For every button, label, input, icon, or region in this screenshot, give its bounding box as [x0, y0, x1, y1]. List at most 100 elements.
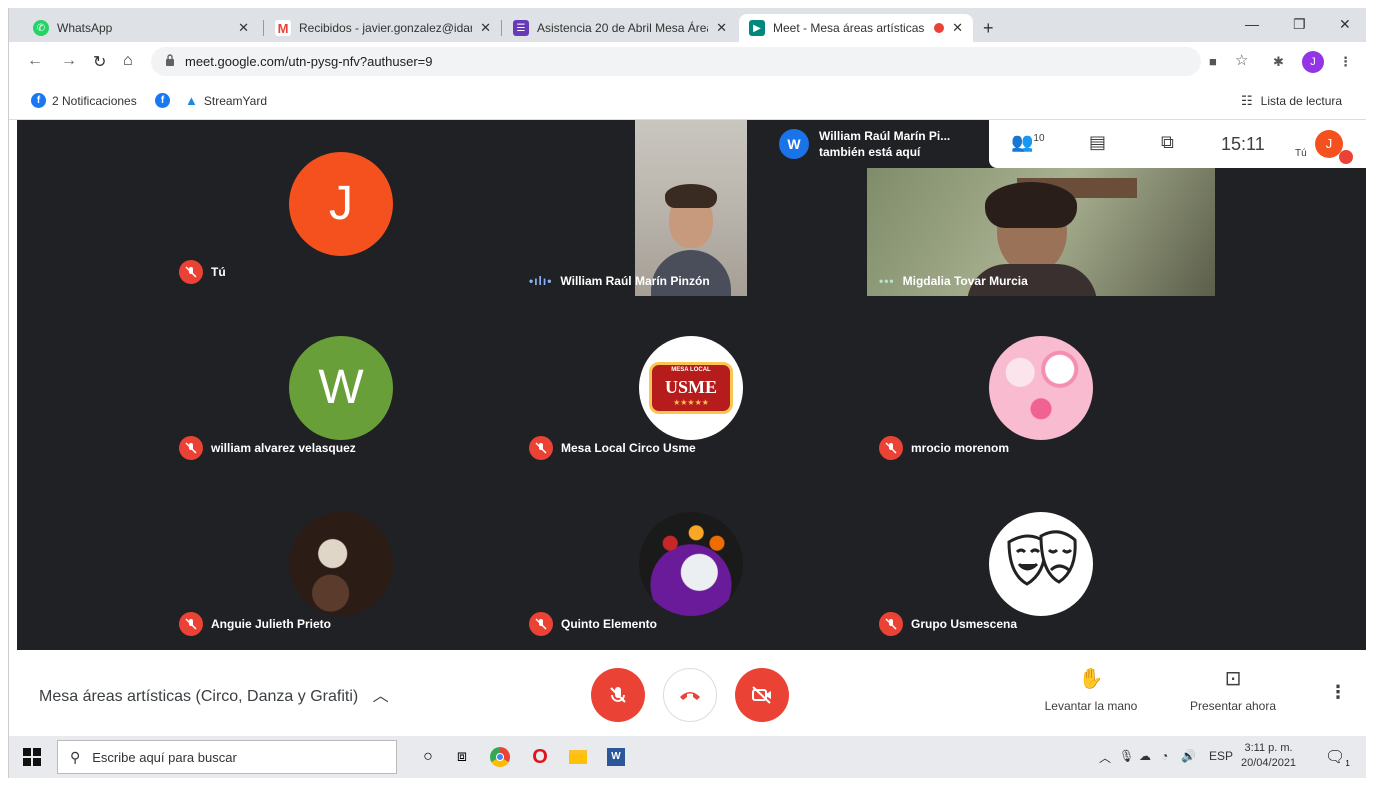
participant-tile[interactable]: MESA LOCAL USME ★★★★★ Mesa Local Circo U…: [517, 296, 865, 472]
cortana-icon[interactable]: ○: [415, 744, 441, 770]
participants-button[interactable]: 👥10: [1011, 132, 1045, 153]
raise-hand-button[interactable]: ✋ Levantar la mano: [1031, 666, 1151, 713]
more-options-icon[interactable]: ⋮: [1329, 682, 1347, 703]
reload-icon[interactable]: ↻: [93, 52, 106, 72]
present-now-button[interactable]: ⊡ Presentar ahora: [1173, 666, 1293, 713]
bookmark-streamyard[interactable]: ▲ StreamYard: [185, 93, 267, 108]
participant-name: Quinto Elemento: [561, 617, 657, 631]
opera-icon[interactable]: O: [527, 744, 553, 770]
participant-photo: [289, 512, 393, 616]
address-bar[interactable]: meet.google.com/utn-pysg-nfv?authuser=9: [151, 47, 1201, 76]
tab-whatsapp[interactable]: ✆ WhatsApp ✕: [23, 14, 259, 42]
bookmark-star-icon[interactable]: ☆: [1235, 51, 1248, 69]
search-icon: ⚲: [70, 748, 81, 765]
leave-call-button[interactable]: [663, 668, 717, 722]
forms-icon: ☰: [513, 20, 529, 36]
meeting-details-button[interactable]: Mesa áreas artísticas (Circo, Danza y Gr…: [39, 682, 389, 706]
mic-off-icon: [179, 260, 203, 284]
microphone-tray-icon[interactable]: 🎙: [1119, 749, 1134, 763]
self-mic-off-icon: [1339, 150, 1353, 164]
bookmark-facebook[interactable]: f: [155, 93, 176, 108]
url-text: meet.google.com/utn-pysg-nfv?authuser=9: [185, 54, 433, 69]
participant-tile[interactable]: Anguie Julieth Prieto: [167, 472, 515, 648]
participant-name: Migdalia Tovar Murcia: [902, 274, 1028, 288]
back-icon[interactable]: ←: [27, 52, 43, 70]
mic-off-icon: [529, 436, 553, 460]
bookmark-notificaciones[interactable]: f 2 Notificaciones: [31, 93, 137, 108]
close-tab-icon[interactable]: ✕: [238, 20, 249, 36]
camera-toggle-button[interactable]: [735, 668, 789, 722]
close-tab-icon[interactable]: ✕: [952, 20, 963, 36]
chrome-icon[interactable]: [487, 744, 513, 770]
people-icon: 👥: [1011, 132, 1034, 152]
chat-icon[interactable]: ▤: [1089, 132, 1106, 153]
meet-icon: ▶: [749, 20, 765, 36]
tab-forms[interactable]: ☰ Asistencia 20 de Abril Mesa Área ✕: [503, 14, 737, 42]
forward-icon[interactable]: →: [61, 52, 77, 70]
participant-tile[interactable]: Grupo Usmescena: [867, 472, 1215, 648]
onedrive-icon[interactable]: ☁: [1139, 749, 1151, 763]
join-notification: W William Raúl Marín Pi... también está …: [769, 120, 989, 168]
volume-icon[interactable]: 🔊: [1181, 749, 1196, 763]
mic-off-icon: [529, 612, 553, 636]
lock-icon: [166, 54, 174, 66]
task-view-icon[interactable]: ⧈: [449, 744, 475, 770]
participant-name: Grupo Usmescena: [911, 617, 1018, 631]
facebook-icon: f: [31, 93, 46, 108]
participant-tile[interactable]: W william alvarez velasquez: [167, 296, 515, 472]
profile-avatar[interactable]: J: [1302, 51, 1324, 73]
word-icon[interactable]: W: [603, 744, 629, 770]
participant-name: Tú: [211, 265, 226, 279]
tab-gmail[interactable]: M Recibidos - javier.gonzalez@idart ✕: [265, 14, 501, 42]
taskbar-search-box[interactable]: ⚲ Escribe aquí para buscar: [57, 740, 397, 774]
activities-icon[interactable]: ⧉: [1161, 132, 1174, 153]
minimize-icon[interactable]: —: [1245, 16, 1259, 32]
reading-list-icon: ☷: [1241, 93, 1253, 108]
chevron-up-icon: ︿: [372, 688, 389, 705]
new-tab-button[interactable]: +: [983, 18, 994, 39]
mic-toggle-button[interactable]: [591, 668, 645, 722]
participant-name: Mesa Local Circo Usme: [561, 441, 696, 455]
bookmarks-bar: f 2 Notificaciones f ▲ StreamYard ☷ List…: [9, 82, 1366, 120]
hand-icon: ✋: [1078, 668, 1104, 690]
participant-tile[interactable]: Quinto Elemento: [517, 472, 865, 648]
video-feed: [635, 120, 747, 296]
window-close-icon[interactable]: ✕: [1339, 16, 1351, 33]
browser-toolbar: ← → ↻ ⌂ meet.google.com/utn-pysg-nfv?aut…: [9, 42, 1366, 82]
present-screen-icon: ⊡: [1224, 668, 1242, 690]
browser-tab-strip: ✆ WhatsApp ✕ M Recibidos - javier.gonzal…: [9, 8, 1366, 42]
participant-tile[interactable]: J Tú: [167, 120, 515, 296]
close-tab-icon[interactable]: ✕: [480, 20, 491, 36]
browser-menu-icon[interactable]: ⋮: [1339, 54, 1352, 70]
participant-name: william alvarez velasquez: [211, 441, 356, 455]
home-icon[interactable]: ⌂: [123, 52, 133, 70]
tab-meet[interactable]: ▶ Meet - Mesa áreas artísticas ✕: [739, 14, 973, 42]
windows-start-icon[interactable]: [23, 748, 41, 771]
tray-expand-icon[interactable]: ︿: [1099, 749, 1111, 766]
avatar: W: [289, 336, 393, 440]
extensions-icon[interactable]: ✱: [1273, 54, 1284, 70]
windows-taskbar: ⚲ Escribe aquí para buscar ○ ⧈ O W ︿ 🎙 ☁…: [9, 736, 1366, 778]
restore-icon[interactable]: ❐: [1293, 16, 1306, 33]
participant-tile[interactable]: mrocio morenom: [867, 296, 1215, 472]
reading-list-button[interactable]: ☷ Lista de lectura: [1241, 93, 1342, 109]
participant-tile[interactable]: ••• Migdalia Tovar Murcia: [867, 168, 1215, 296]
mic-off-icon: [879, 612, 903, 636]
recording-icon: [934, 23, 945, 33]
self-label: Tú: [1295, 148, 1307, 159]
camera-indicator-icon[interactable]: ■: [1209, 54, 1217, 69]
file-explorer-icon[interactable]: [565, 744, 591, 770]
whatsapp-icon: ✆: [33, 20, 49, 36]
close-tab-icon[interactable]: ✕: [716, 20, 727, 36]
speaking-indicator-icon: •ılı•: [529, 274, 553, 288]
meet-video-grid: J Tú •ılı• William Raúl Marín Pinzón •••…: [17, 120, 1366, 650]
language-indicator[interactable]: ESP: [1209, 749, 1233, 763]
facebook-icon: f: [155, 93, 170, 108]
action-center-icon[interactable]: 🗨1: [1325, 747, 1350, 768]
participant-photo: [639, 512, 743, 616]
wifi-icon[interactable]: ◔: [1161, 749, 1168, 763]
screen: ✆ WhatsApp ✕ M Recibidos - javier.gonzal…: [8, 8, 1366, 778]
theater-masks-icon: [989, 512, 1093, 616]
taskbar-clock[interactable]: 3:11 p. m. 20/04/2021: [1241, 741, 1296, 771]
mic-off-icon: [179, 612, 203, 636]
